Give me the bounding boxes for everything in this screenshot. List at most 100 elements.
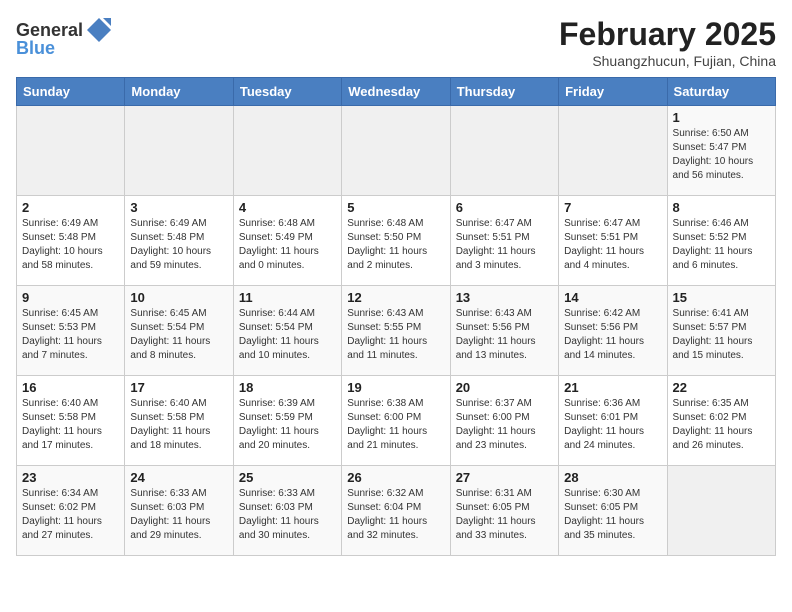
calendar-cell: 23 Sunrise: 6:34 AM Sunset: 6:02 PM Dayli… (17, 466, 125, 556)
day-info: Sunrise: 6:33 AM Sunset: 6:03 PM Dayligh… (130, 487, 227, 543)
day-number: 11 (239, 290, 336, 305)
weekday-header-friday: Friday (559, 78, 667, 106)
day-number: 18 (239, 380, 336, 395)
calendar-cell: 26 Sunrise: 6:32 AM Sunset: 6:04 PM Dayli… (342, 466, 450, 556)
week-row-5: 23 Sunrise: 6:34 AM Sunset: 6:02 PM Dayli… (17, 466, 776, 556)
day-number: 13 (456, 290, 553, 305)
calendar-cell: 25Sunrise: 6:33 AM Sunset: 6:03 PM Dayli… (233, 466, 341, 556)
calendar-cell: 6 Sunrise: 6:47 AM Sunset: 5:51 PM Daylig… (450, 196, 558, 286)
day-info: Sunrise: 6:44 AM Sunset: 5:54 PM Dayligh… (239, 307, 336, 363)
calendar-cell: 22 Sunrise: 6:35 AM Sunset: 6:02 PM Dayli… (667, 376, 775, 466)
weekday-header-monday: Monday (125, 78, 233, 106)
calendar-cell: 21 Sunrise: 6:36 AM Sunset: 6:01 PM Dayli… (559, 376, 667, 466)
day-number: 6 (456, 200, 553, 215)
day-number: 3 (130, 200, 227, 215)
calendar-cell: 7 Sunrise: 6:47 AM Sunset: 5:51 PM Daylig… (559, 196, 667, 286)
day-number: 12 (347, 290, 444, 305)
day-info: Sunrise: 6:37 AM Sunset: 6:00 PM Dayligh… (456, 397, 553, 453)
calendar-cell (125, 106, 233, 196)
logo: General Blue (16, 16, 113, 59)
calendar-cell: 20Sunrise: 6:37 AM Sunset: 6:00 PM Dayli… (450, 376, 558, 466)
header: General Blue February 2025 Shuangzhucun,… (16, 16, 776, 69)
day-info: Sunrise: 6:30 AM Sunset: 6:05 PM Dayligh… (564, 487, 661, 543)
day-info: Sunrise: 6:34 AM Sunset: 6:02 PM Dayligh… (22, 487, 119, 543)
day-number: 25 (239, 470, 336, 485)
day-info: Sunrise: 6:43 AM Sunset: 5:55 PM Dayligh… (347, 307, 444, 363)
calendar-cell: 1 Sunrise: 6:50 AM Sunset: 5:47 PM Daylig… (667, 106, 775, 196)
day-info: Sunrise: 6:40 AM Sunset: 5:58 PM Dayligh… (130, 397, 227, 453)
calendar-cell: 27 Sunrise: 6:31 AM Sunset: 6:05 PM Dayli… (450, 466, 558, 556)
weekday-header-saturday: Saturday (667, 78, 775, 106)
calendar-cell: 9Sunrise: 6:45 AM Sunset: 5:53 PM Daylig… (17, 286, 125, 376)
day-info: Sunrise: 6:43 AM Sunset: 5:56 PM Dayligh… (456, 307, 553, 363)
weekday-header-row: SundayMondayTuesdayWednesdayThursdayFrid… (17, 78, 776, 106)
week-row-3: 9Sunrise: 6:45 AM Sunset: 5:53 PM Daylig… (17, 286, 776, 376)
day-number: 21 (564, 380, 661, 395)
day-info: Sunrise: 6:50 AM Sunset: 5:47 PM Dayligh… (673, 127, 770, 183)
day-info: Sunrise: 6:46 AM Sunset: 5:52 PM Dayligh… (673, 217, 770, 273)
day-number: 9 (22, 290, 119, 305)
weekday-header-thursday: Thursday (450, 78, 558, 106)
calendar-cell: 4 Sunrise: 6:48 AM Sunset: 5:49 PM Daylig… (233, 196, 341, 286)
day-number: 26 (347, 470, 444, 485)
calendar-cell: 19 Sunrise: 6:38 AM Sunset: 6:00 PM Dayli… (342, 376, 450, 466)
logo-icon (85, 16, 113, 44)
day-number: 19 (347, 380, 444, 395)
week-row-2: 2 Sunrise: 6:49 AM Sunset: 5:48 PM Daylig… (17, 196, 776, 286)
week-row-1: 1 Sunrise: 6:50 AM Sunset: 5:47 PM Daylig… (17, 106, 776, 196)
calendar-cell (17, 106, 125, 196)
weekday-header-tuesday: Tuesday (233, 78, 341, 106)
day-info: Sunrise: 6:32 AM Sunset: 6:04 PM Dayligh… (347, 487, 444, 543)
calendar-cell: 17 Sunrise: 6:40 AM Sunset: 5:58 PM Dayli… (125, 376, 233, 466)
day-info: Sunrise: 6:40 AM Sunset: 5:58 PM Dayligh… (22, 397, 119, 453)
calendar-cell (559, 106, 667, 196)
day-number: 1 (673, 110, 770, 125)
subtitle: Shuangzhucun, Fujian, China (559, 53, 776, 69)
day-info: Sunrise: 6:35 AM Sunset: 6:02 PM Dayligh… (673, 397, 770, 453)
day-number: 22 (673, 380, 770, 395)
calendar-cell (233, 106, 341, 196)
day-info: Sunrise: 6:42 AM Sunset: 5:56 PM Dayligh… (564, 307, 661, 363)
calendar: SundayMondayTuesdayWednesdayThursdayFrid… (16, 77, 776, 556)
day-info: Sunrise: 6:49 AM Sunset: 5:48 PM Dayligh… (130, 217, 227, 273)
day-info: Sunrise: 6:36 AM Sunset: 6:01 PM Dayligh… (564, 397, 661, 453)
day-number: 7 (564, 200, 661, 215)
calendar-cell: 13 Sunrise: 6:43 AM Sunset: 5:56 PM Dayli… (450, 286, 558, 376)
day-info: Sunrise: 6:49 AM Sunset: 5:48 PM Dayligh… (22, 217, 119, 273)
calendar-cell: 12 Sunrise: 6:43 AM Sunset: 5:55 PM Dayli… (342, 286, 450, 376)
weekday-header-sunday: Sunday (17, 78, 125, 106)
day-info: Sunrise: 6:41 AM Sunset: 5:57 PM Dayligh… (673, 307, 770, 363)
day-number: 8 (673, 200, 770, 215)
day-number: 10 (130, 290, 227, 305)
day-info: Sunrise: 6:48 AM Sunset: 5:49 PM Dayligh… (239, 217, 336, 273)
day-number: 14 (564, 290, 661, 305)
day-number: 27 (456, 470, 553, 485)
day-info: Sunrise: 6:31 AM Sunset: 6:05 PM Dayligh… (456, 487, 553, 543)
day-info: Sunrise: 6:48 AM Sunset: 5:50 PM Dayligh… (347, 217, 444, 273)
day-number: 2 (22, 200, 119, 215)
day-info: Sunrise: 6:38 AM Sunset: 6:00 PM Dayligh… (347, 397, 444, 453)
day-number: 15 (673, 290, 770, 305)
day-number: 5 (347, 200, 444, 215)
day-number: 28 (564, 470, 661, 485)
day-number: 17 (130, 380, 227, 395)
month-title: February 2025 (559, 16, 776, 53)
calendar-cell: 10 Sunrise: 6:45 AM Sunset: 5:54 PM Dayli… (125, 286, 233, 376)
day-info: Sunrise: 6:47 AM Sunset: 5:51 PM Dayligh… (564, 217, 661, 273)
calendar-cell (342, 106, 450, 196)
calendar-cell: 14 Sunrise: 6:42 AM Sunset: 5:56 PM Dayli… (559, 286, 667, 376)
calendar-cell: 5 Sunrise: 6:48 AM Sunset: 5:50 PM Daylig… (342, 196, 450, 286)
day-number: 24 (130, 470, 227, 485)
day-info: Sunrise: 6:39 AM Sunset: 5:59 PM Dayligh… (239, 397, 336, 453)
calendar-cell: 18 Sunrise: 6:39 AM Sunset: 5:59 PM Dayli… (233, 376, 341, 466)
calendar-cell (450, 106, 558, 196)
calendar-cell: 3 Sunrise: 6:49 AM Sunset: 5:48 PM Daylig… (125, 196, 233, 286)
title-area: February 2025 Shuangzhucun, Fujian, Chin… (559, 16, 776, 69)
day-number: 4 (239, 200, 336, 215)
day-number: 23 (22, 470, 119, 485)
day-info: Sunrise: 6:45 AM Sunset: 5:54 PM Dayligh… (130, 307, 227, 363)
day-info: Sunrise: 6:47 AM Sunset: 5:51 PM Dayligh… (456, 217, 553, 273)
weekday-header-wednesday: Wednesday (342, 78, 450, 106)
day-number: 16 (22, 380, 119, 395)
calendar-cell (667, 466, 775, 556)
